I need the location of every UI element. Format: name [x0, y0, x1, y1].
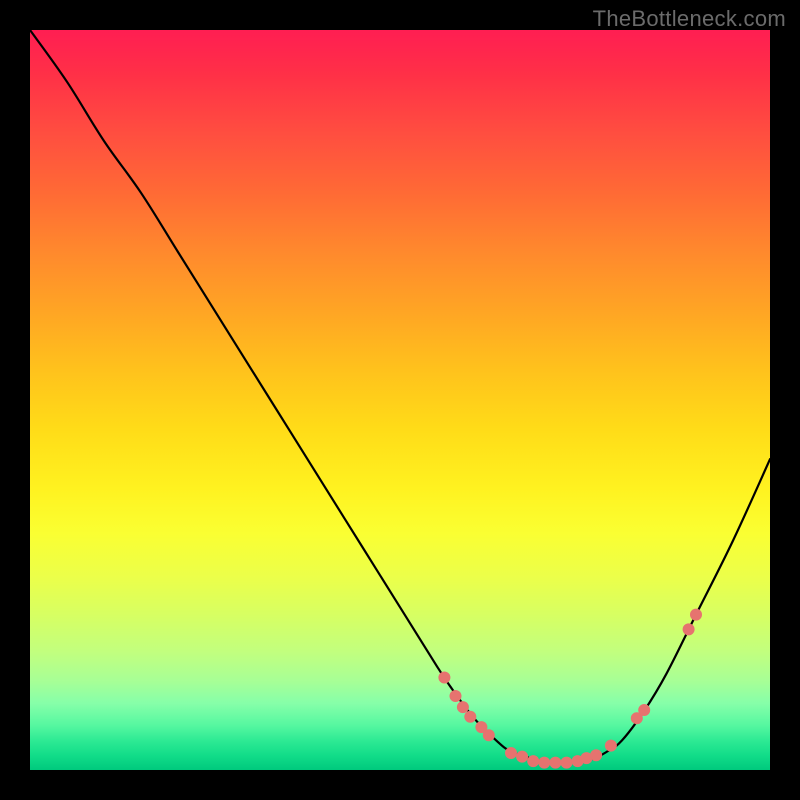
data-point — [457, 701, 469, 713]
bottleneck-curve — [30, 30, 770, 763]
data-point — [464, 711, 476, 723]
data-point — [516, 751, 528, 763]
data-point — [438, 672, 450, 684]
data-markers — [438, 609, 702, 769]
data-point — [561, 757, 573, 769]
chart-svg — [30, 30, 770, 770]
watermark-text: TheBottleneck.com — [593, 6, 786, 32]
data-point — [590, 749, 602, 761]
data-point — [638, 704, 650, 716]
data-point — [690, 609, 702, 621]
data-point — [549, 757, 561, 769]
data-point — [505, 747, 517, 759]
data-point — [605, 740, 617, 752]
data-point — [527, 755, 539, 767]
plot-area — [30, 30, 770, 770]
chart-frame: TheBottleneck.com — [0, 0, 800, 800]
data-point — [450, 690, 462, 702]
data-point — [683, 623, 695, 635]
data-point — [483, 729, 495, 741]
data-point — [538, 757, 550, 769]
